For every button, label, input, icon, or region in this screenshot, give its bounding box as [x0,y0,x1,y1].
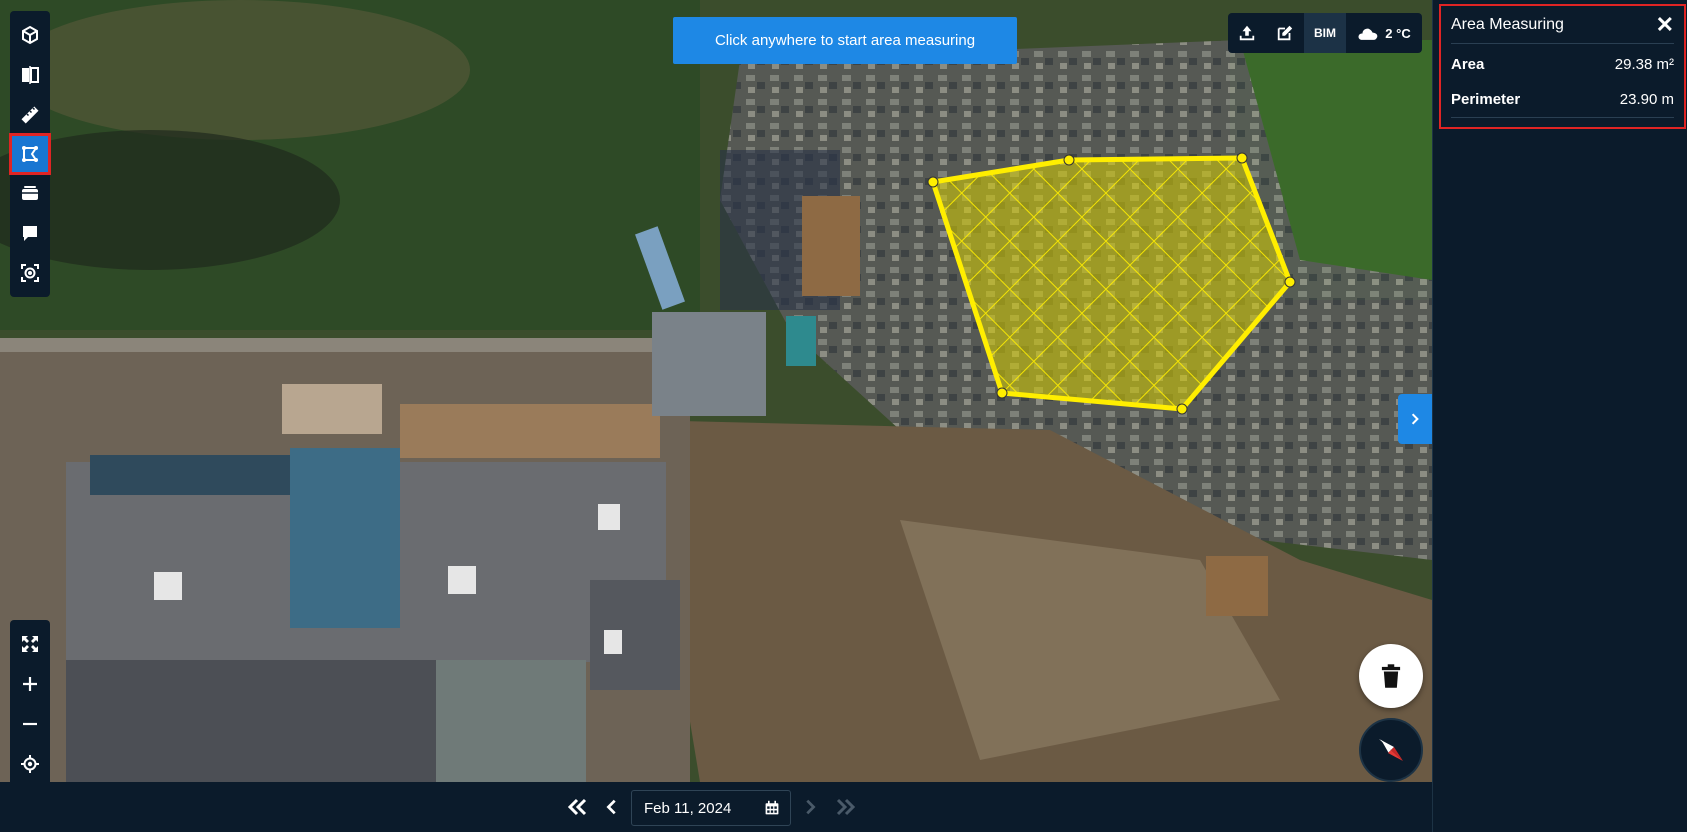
aerial-map[interactable]: Click anywhere to start area measuring B… [0,0,1432,782]
edit-icon [1277,25,1293,41]
ruler-icon [21,106,39,124]
zoom-out-icon [23,722,37,726]
top-right-toolbar: BIM 2 °C [1228,13,1422,53]
expand-panel-button[interactable] [1398,394,1432,444]
compass-button[interactable] [1359,718,1423,782]
right-panel: Area Measuring ✕ Area 29.38 m² Perimeter… [1432,0,1687,832]
measure-hint-banner: Click anywhere to start area measuring [673,17,1017,64]
close-icon[interactable]: ✕ [1656,13,1674,36]
area-label: Area [1451,55,1485,73]
locate-icon [21,755,39,773]
app-root: Click anywhere to start area measuring B… [0,0,1687,832]
area-measure-button[interactable] [9,133,51,175]
date-picker[interactable]: Feb 11, 2024 [631,790,791,826]
comment-button[interactable] [10,213,50,253]
delete-measurement-button[interactable] [1359,644,1423,708]
area-value: 29.38 m² [1614,55,1674,73]
current-date: Feb 11, 2024 [644,799,732,817]
area-measuring-title: Area Measuring [1451,15,1564,33]
locate-button[interactable] [10,744,50,782]
left-tool-toolbar [9,11,51,297]
timeline-bar: Feb 11, 2024 [0,782,1432,832]
comment-icon [23,226,37,241]
upload-icon [1239,25,1255,41]
layers-button[interactable] [10,173,50,213]
last-date-button[interactable] [832,791,860,823]
double-chevron-left-icon [567,798,587,816]
fullscreen-button[interactable] [10,624,50,664]
cube-view-button[interactable] [10,15,50,55]
zoom-out-button[interactable] [10,704,50,744]
trash-icon [1381,664,1401,688]
next-date-button[interactable] [796,791,824,823]
chevron-left-icon [606,799,616,815]
compass-icon [1379,739,1403,761]
area-measure-icon [22,146,38,162]
aerial-image[interactable] [0,0,1432,782]
chevron-right-icon [806,799,816,815]
capture-icon [21,264,39,282]
area-measuring-card: Area Measuring ✕ Area 29.38 m² Perimeter… [1439,4,1686,129]
weather-indicator[interactable]: 2 °C [1346,13,1422,53]
left-view-toolbar [10,620,50,782]
compare-button[interactable] [10,55,50,95]
double-chevron-right-icon [836,798,856,816]
first-date-button[interactable] [563,791,591,823]
zoom-in-icon [23,677,37,691]
perimeter-row: Perimeter 23.90 m [1451,82,1674,118]
temperature-value: 2 °C [1385,25,1411,41]
calendar-icon [765,800,779,815]
zoom-in-button[interactable] [10,664,50,704]
perimeter-label: Perimeter [1451,91,1521,108]
capture-button[interactable] [10,253,50,293]
layers-icon [22,186,38,200]
previous-date-button[interactable] [598,791,626,823]
perimeter-value: 23.90 m [1619,91,1674,108]
edit-button[interactable] [1266,13,1304,53]
area-measuring-header: Area Measuring ✕ [1451,6,1674,44]
fullscreen-icon [22,636,38,652]
cloud-icon [1358,28,1378,40]
area-row: Area 29.38 m² [1451,46,1674,82]
distance-measure-button[interactable] [10,95,50,135]
chevron-right-icon [1411,413,1419,425]
upload-button[interactable] [1228,13,1266,53]
bim-toggle-button[interactable]: BIM [1304,13,1346,53]
compare-icon [22,66,39,84]
cube-icon [22,25,38,45]
